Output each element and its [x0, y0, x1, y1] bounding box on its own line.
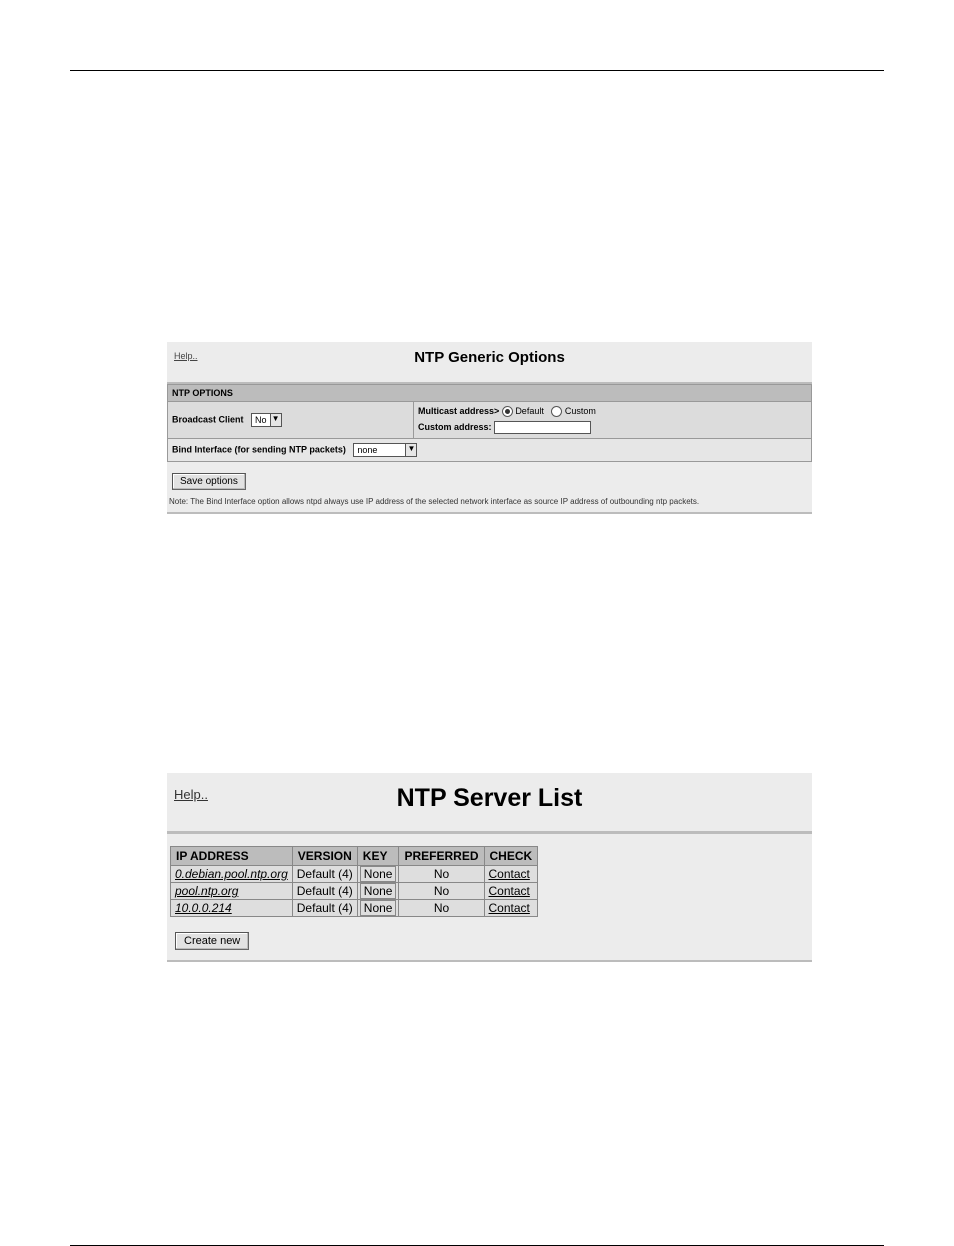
- chevron-down-icon[interactable]: ▼: [270, 413, 282, 427]
- bind-interface-cell: Bind Interface (for sending NTP packets)…: [168, 439, 812, 462]
- section-header: NTP OPTIONS: [168, 385, 812, 402]
- key-value: None: [360, 900, 397, 916]
- multicast-cell: Multicast address> Default Custom Custom…: [414, 402, 812, 439]
- col-ip: IP ADDRESS: [171, 847, 293, 866]
- broadcast-client-label: Broadcast Client: [172, 414, 244, 424]
- title-divider: [167, 831, 812, 834]
- preferred-cell: No: [399, 883, 484, 900]
- ntp-server-table: IP ADDRESS VERSION KEY PREFERRED CHECK 0…: [170, 846, 538, 917]
- contact-link[interactable]: Contact: [484, 883, 538, 900]
- col-version: VERSION: [292, 847, 357, 866]
- panel-bottom-divider: [167, 512, 812, 514]
- bind-interface-label: Bind Interface (for sending NTP packets): [172, 445, 346, 455]
- save-options-button[interactable]: Save options: [172, 473, 246, 490]
- contact-link[interactable]: Contact: [484, 900, 538, 917]
- ntp-options-table: NTP OPTIONS Broadcast Client No▼ Multica…: [167, 384, 812, 462]
- custom-address-input[interactable]: [494, 421, 591, 434]
- multicast-label: Multicast address>: [418, 406, 499, 416]
- ip-link[interactable]: pool.ntp.org: [171, 883, 293, 900]
- col-key: KEY: [357, 847, 399, 866]
- panel-bottom-divider: [167, 960, 812, 962]
- panel-title: NTP Generic Options: [167, 342, 812, 366]
- broadcast-client-cell: Broadcast Client No▼: [168, 402, 414, 439]
- contact-link[interactable]: Contact: [484, 866, 538, 883]
- table-header-row: IP ADDRESS VERSION KEY PREFERRED CHECK: [171, 847, 538, 866]
- key-value: None: [360, 866, 397, 882]
- custom-address-label: Custom address:: [418, 422, 492, 432]
- help-link[interactable]: Help..: [174, 787, 208, 802]
- chevron-down-icon[interactable]: ▼: [405, 443, 417, 457]
- radio-default-label: Default: [515, 406, 544, 416]
- bind-interface-note: Note: The Bind Interface option allows n…: [167, 493, 812, 512]
- version-cell: Default (4): [292, 900, 357, 917]
- broadcast-client-select[interactable]: No: [251, 413, 271, 427]
- ntp-server-list-panel: Help.. NTP Server List IP ADDRESS VERSIO…: [167, 773, 812, 962]
- col-preferred: PREFERRED: [399, 847, 484, 866]
- preferred-cell: No: [399, 866, 484, 883]
- version-cell: Default (4): [292, 866, 357, 883]
- key-cell: None: [357, 900, 399, 917]
- key-cell: None: [357, 883, 399, 900]
- key-cell: None: [357, 866, 399, 883]
- bind-interface-select[interactable]: none: [353, 443, 406, 457]
- radio-default[interactable]: [502, 406, 513, 417]
- table-row: 10.0.0.214 Default (4) None No Contact: [171, 900, 538, 917]
- ip-link[interactable]: 10.0.0.214: [171, 900, 293, 917]
- table-row: 0.debian.pool.ntp.org Default (4) None N…: [171, 866, 538, 883]
- col-check: CHECK: [484, 847, 538, 866]
- create-new-button[interactable]: Create new: [175, 932, 249, 950]
- radio-custom-label: Custom: [565, 406, 596, 416]
- ip-link[interactable]: 0.debian.pool.ntp.org: [171, 866, 293, 883]
- key-value: None: [360, 883, 397, 899]
- ntp-generic-options-panel: Help.. NTP Generic Options NTP OPTIONS B…: [167, 342, 812, 514]
- table-row: pool.ntp.org Default (4) None No Contact: [171, 883, 538, 900]
- top-rule: [70, 70, 884, 71]
- help-link[interactable]: Help..: [174, 351, 198, 361]
- radio-custom[interactable]: [551, 406, 562, 417]
- panel-title: NTP Server List: [167, 773, 812, 831]
- version-cell: Default (4): [292, 883, 357, 900]
- preferred-cell: No: [399, 900, 484, 917]
